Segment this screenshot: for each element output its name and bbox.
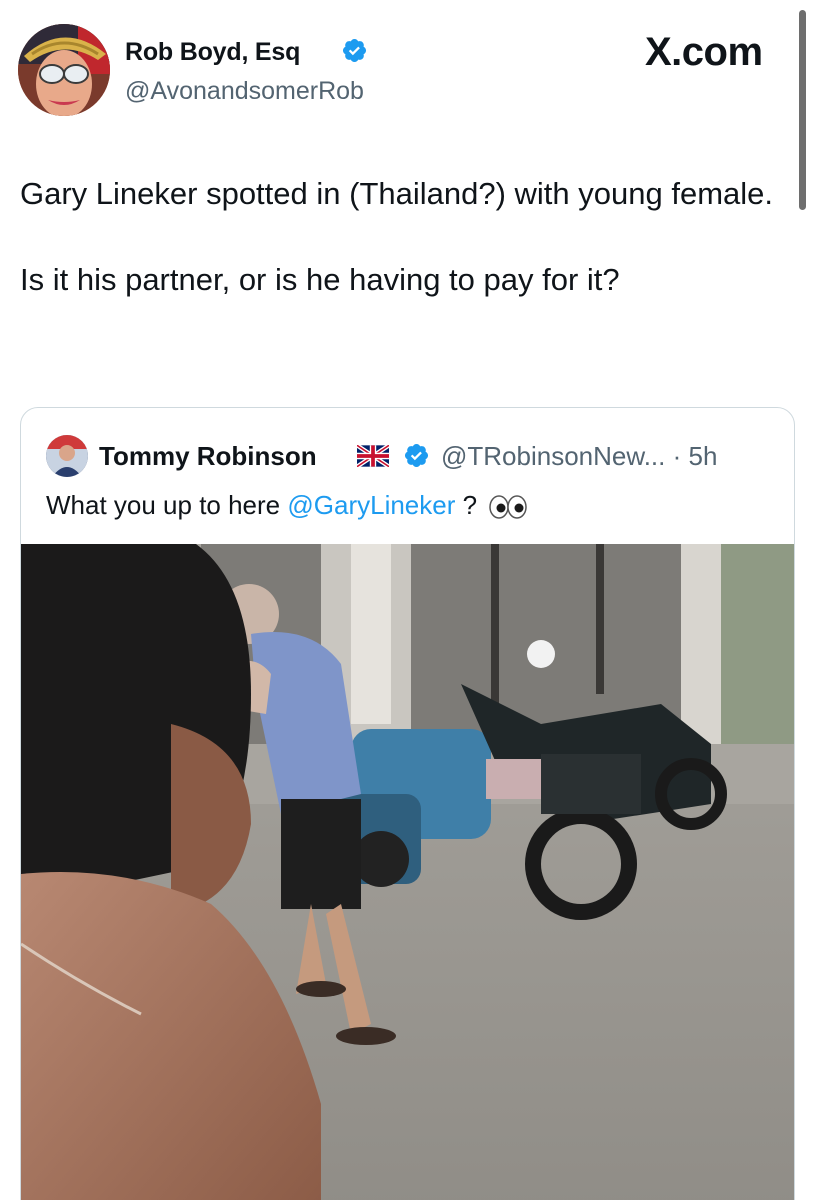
author-handle[interactable]: @AvonandsomerRob [125,77,364,106]
site-brand: X.com [645,30,763,74]
quoted-author-avatar[interactable] [46,435,88,477]
quoted-text-before: What you up to here [46,490,288,520]
video-frame-image [21,544,794,1200]
quoted-handle-time[interactable]: @TRobinsonNew... · 5h [441,441,717,472]
tweet-paragraph: Is it his partner, or is he having to pa… [20,262,620,297]
profile-avatar-icon [18,24,110,116]
quoted-text-after: ? [455,490,478,520]
tweet-text: Gary Lineker spotted in (Thailand?) with… [20,172,780,301]
eyes-emoji-icon [489,495,528,519]
quoted-profile-avatar-icon [46,435,88,477]
scrollbar[interactable] [799,10,806,210]
author-name[interactable]: Rob Boyd, Esq [125,38,300,67]
quoted-tweet-card[interactable]: Tommy Robinson @TRobinsonNew... · 5h Wha… [20,407,795,1200]
author-avatar[interactable] [18,24,110,116]
quoted-tweet-text: What you up to here @GaryLineker ? [46,490,528,521]
verified-badge-icon [342,38,367,63]
video-thumbnail[interactable] [21,544,794,1200]
tweet-screenshot: Rob Boyd, Esq @AvonandsomerRob X.com Gar… [0,0,813,1200]
mention-link[interactable]: @GaryLineker [287,490,455,520]
verified-badge-icon [404,443,429,468]
uk-flag-icon [357,445,389,467]
tweet-paragraph: Gary Lineker spotted in (Thailand?) with… [20,176,774,211]
quoted-author-name[interactable]: Tommy Robinson [99,441,317,472]
